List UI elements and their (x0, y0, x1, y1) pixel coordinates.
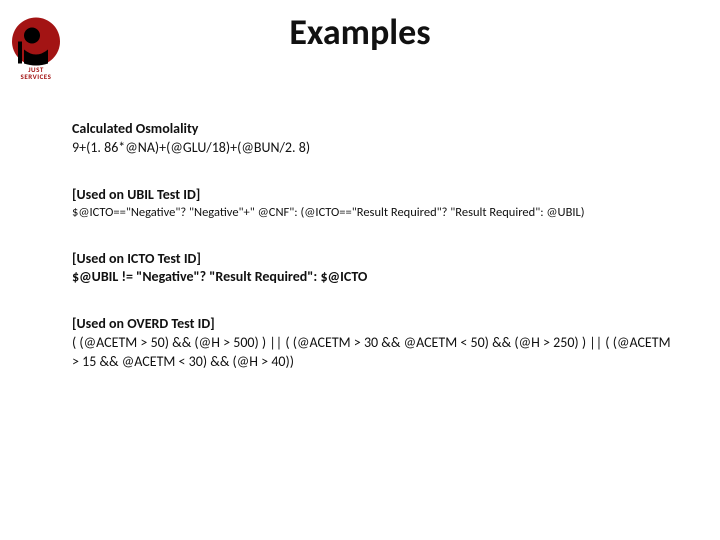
section-body: $@UBIL != "Negative"? "Result Required":… (72, 268, 680, 287)
section-overd: [Used on OVERD Test ID] ( (@ACETM > 50) … (72, 315, 680, 372)
section-icto: [Used on ICTO Test ID] $@UBIL != "Negati… (72, 250, 680, 288)
section-heading: [Used on ICTO Test ID] (72, 250, 680, 269)
section-body: 9+(1. 86*@NA)+(@GLU/18)+(@BUN/2. 8) (72, 139, 680, 158)
section-heading: [Used on OVERD Test ID] (72, 315, 680, 334)
section-heading: Calculated Osmolality (72, 120, 680, 139)
page-title: Examples (0, 10, 720, 54)
section-body: ( (@ACETM > 50) && (@H > 500) ) || ( (@A… (72, 334, 680, 372)
section-body: $@ICTO=="Negative"? "Negative"+" @CNF": … (72, 205, 680, 222)
logo-text: JUST SERVICES (8, 66, 64, 80)
logo-text-bottom: SERVICES (8, 73, 64, 80)
section-ubil: [Used on UBIL Test ID] $@ICTO=="Negative… (72, 186, 680, 222)
content-area: Calculated Osmolality 9+(1. 86*@NA)+(@GL… (72, 120, 680, 400)
section-osmolality: Calculated Osmolality 9+(1. 86*@NA)+(@GL… (72, 120, 680, 158)
section-heading: [Used on UBIL Test ID] (72, 186, 680, 205)
